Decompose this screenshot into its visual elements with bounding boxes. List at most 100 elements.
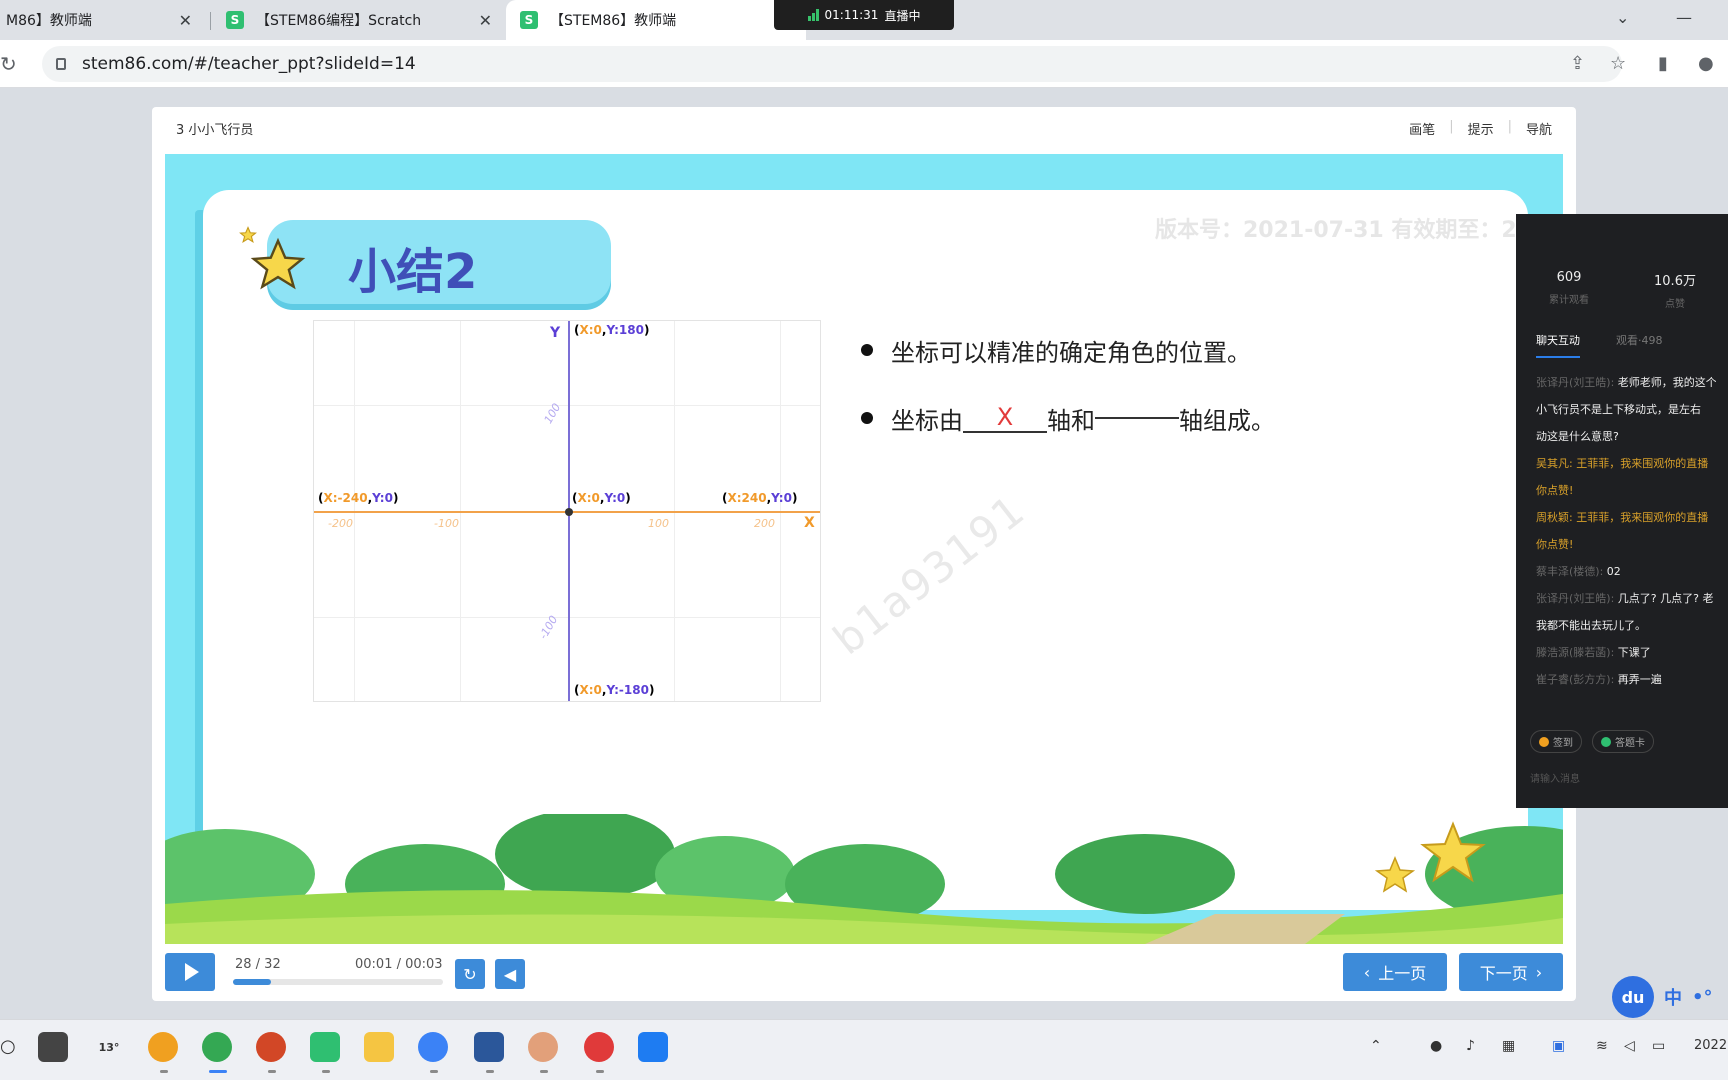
chat-message: 小飞行员不是上下移动式，是左右 [1536,401,1716,418]
taskbar: ○ 13° ⌃ ● ♪ ▦ ▣ ≋ ◁ ▭ 2022 [0,1019,1728,1080]
browser-tabstrip: M86】教师端 ✕ S 【STEM86编程】Scratch ✕ S 【STEM8… [0,0,1728,40]
running-indicator [322,1070,330,1073]
chat-message: 崔子睿(彭方方): 再弄一遍 [1536,671,1716,688]
task-view-icon[interactable] [38,1032,68,1062]
chat-message: 动这是什么意思? [1536,428,1716,445]
prev-page-button[interactable]: ‹ 上一页 [1343,953,1447,991]
app-icon-arrow[interactable] [638,1032,668,1062]
url-text[interactable]: stem86.com/#/teacher_ppt?slideId=14 [82,54,416,74]
fill-blank-2[interactable] [1095,417,1179,419]
progress-bar[interactable] [233,979,443,985]
point-x: X:0 [577,491,600,505]
player-controls: 28 / 32 00:01 / 00:03 ↻ ◀ ‹ 上一页 下一页 › [165,953,1563,993]
baidu-ime-icon[interactable]: du [1612,976,1654,1018]
battery-icon[interactable]: ▭ [1652,1038,1665,1054]
next-page-button[interactable]: 下一页 › [1459,953,1563,991]
chat-sender: 周秋颖: [1536,511,1573,524]
replay-button[interactable]: ↻ [455,959,485,989]
lesson-title: 3 小小飞行员 [176,123,254,138]
lock-icon [56,58,66,70]
chat-tabs: 聊天互动 观看·498 [1536,332,1663,358]
close-icon[interactable]: ✕ [479,11,492,30]
avatar-app-icon[interactable] [528,1032,558,1062]
reload-icon[interactable]: ↻ [0,52,17,76]
bullet-text: 轴和 [1047,406,1095,435]
sidebar-icon[interactable]: ▮ [1658,53,1668,74]
point-x: X:0 [579,323,602,337]
chevron-down-icon[interactable]: ⌄ [1616,8,1629,27]
tab-chat[interactable]: 聊天互动 [1536,332,1580,358]
chip-label: 答题卡 [1615,738,1645,749]
answer-card-icon [1601,736,1611,747]
word-icon[interactable] [474,1032,504,1062]
tab-viewers[interactable]: 观看·498 [1616,332,1663,358]
answer-card-button[interactable]: 答题卡 [1592,730,1654,753]
point-x: X:0 [579,683,602,697]
chat-input[interactable]: 请输入消息 [1530,770,1580,785]
tab-separator [210,12,211,30]
point-right: (X:240,Y:0) [722,491,798,505]
close-icon[interactable]: ✕ [179,11,192,30]
minimize-icon[interactable]: — [1676,8,1692,27]
header-links: 画笔 | 提示 | 导航 [1409,119,1552,138]
wifi-icon[interactable]: ≋ [1596,1038,1608,1054]
baidu-tray-icon[interactable]: ▣ [1552,1038,1565,1054]
volume-button[interactable]: ◀ [495,959,525,989]
tab-title: 【STEM86】教师端 [550,13,677,29]
point-y: Y:180 [606,323,644,337]
tab-teacher-1[interactable]: M86】教师端 ✕ [0,0,204,40]
chat-actions: 签到 答题卡 [1530,730,1654,753]
x-tick: 100 [648,517,669,530]
nav-link[interactable]: 导航 [1526,119,1552,138]
point-origin: (X:0,Y:0) [572,491,631,505]
weather-icon[interactable]: 13° [94,1032,124,1062]
checkin-button[interactable]: 签到 [1530,730,1582,753]
search-icon[interactable]: ○ [0,1036,16,1057]
point-y: Y:-180 [606,683,649,697]
address-bar[interactable]: stem86.com/#/teacher_ppt?slideId=14 [42,46,1622,82]
clock-text[interactable]: 2022 [1694,1038,1727,1053]
profile-icon[interactable]: ● [1698,53,1714,74]
ime-lang-toggle[interactable]: 中 [1664,984,1682,1010]
tab-teacher-active[interactable]: S 【STEM86】教师端 [506,0,806,40]
star-icon[interactable]: ☆ [1610,53,1626,74]
play-button[interactable] [165,953,215,991]
stem86-favicon-icon: S [520,11,538,29]
play-icon [185,963,199,981]
chat-message: 吴其凡: 王菲菲，我来围观你的直播 [1536,455,1716,472]
live-time: 01:11:31 [824,8,879,22]
powerpoint-icon[interactable] [256,1032,286,1062]
ime-tray-icon[interactable]: ▦ [1502,1038,1515,1054]
share-icon[interactable]: ⇪ [1570,53,1585,74]
pen-link[interactable]: 画笔 [1409,119,1435,138]
tab-scratch[interactable]: S 【STEM86编程】Scratch ✕ [212,0,504,40]
chat-text: 王菲菲，我来围观你的直播 [1576,457,1709,470]
star-icon [250,237,306,290]
chat-text: 王菲菲，我来围观你的直播 [1576,511,1709,524]
microphone-icon[interactable]: ♪ [1466,1038,1475,1054]
divider: | [1507,119,1512,134]
chevron-up-icon[interactable]: ⌃ [1370,1038,1382,1054]
chrome-icon[interactable] [202,1032,232,1062]
file-explorer-icon[interactable] [364,1032,394,1062]
speaker-icon[interactable]: ◁ [1624,1038,1635,1054]
ime-settings-icon[interactable]: •° [1692,987,1713,1008]
chat-sender: 吴其凡: [1536,457,1573,470]
bullet-list: 坐标可以精准的确定角色的位置。 坐标由 X 轴和 轴组成。 [861,330,1275,466]
chat-text: 几点了? 几点了? 老 [1617,592,1714,605]
volume-icon: ◀ [503,964,517,984]
netease-music-icon[interactable] [584,1032,614,1062]
checkin-icon [1539,736,1549,747]
ime-toolbar: du 中 •° [1612,976,1713,1018]
qq-icon[interactable]: ● [1430,1038,1442,1054]
app-icon-blue[interactable] [418,1032,448,1062]
live-indicator[interactable]: 01:11:31 直播中 [774,0,954,30]
running-indicator [540,1070,548,1073]
wechat-icon[interactable] [310,1032,340,1062]
app-icon-orange[interactable] [148,1032,178,1062]
fill-blank-1[interactable]: X [963,403,1047,433]
point-left: (X:-240,Y:0) [318,491,399,505]
stat-likes: 10.6万 点赞 [1622,270,1728,310]
hint-link[interactable]: 提示 [1468,119,1494,138]
chat-text: 动这是什么意思? [1536,430,1619,443]
